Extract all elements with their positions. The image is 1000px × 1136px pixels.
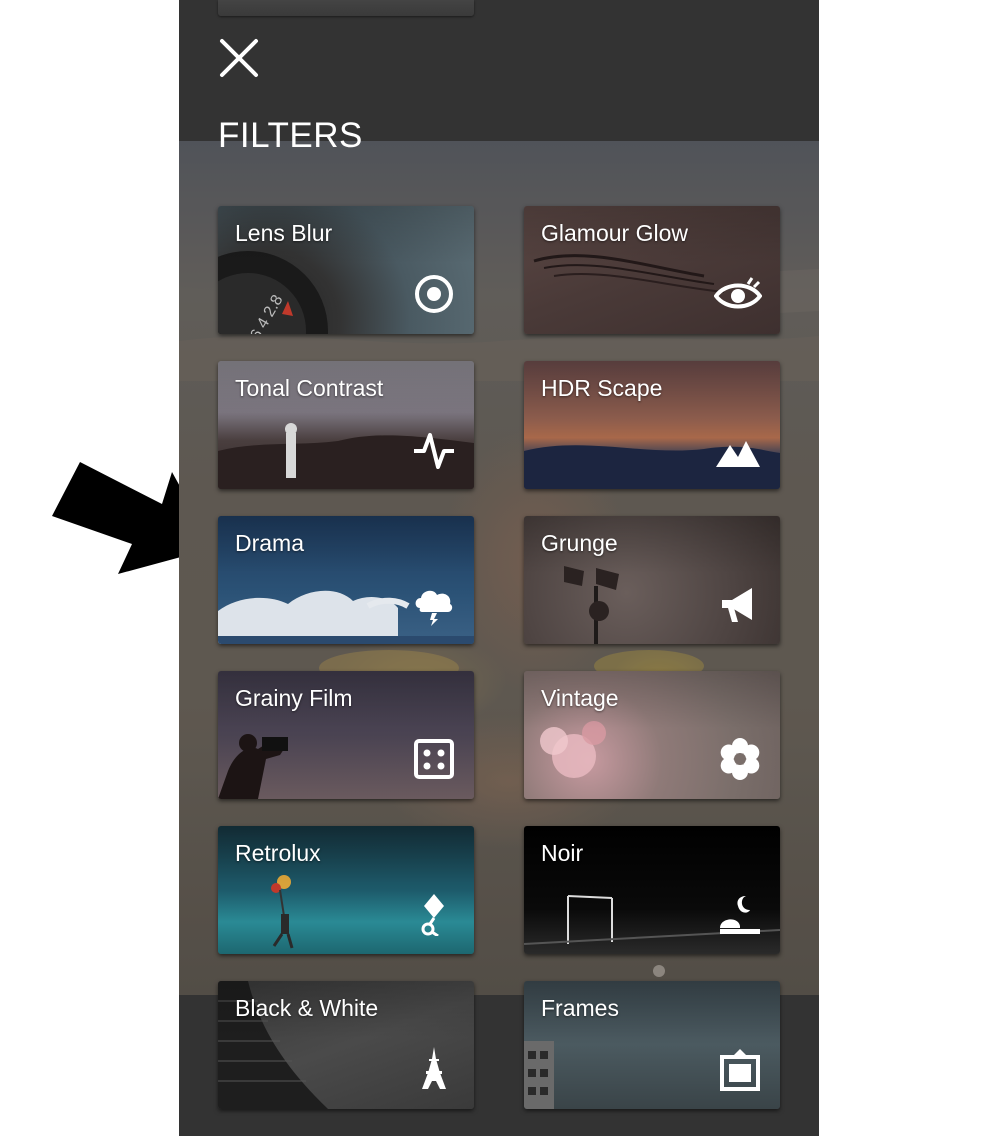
target-circle-icon — [415, 275, 453, 313]
filter-tile-vintage[interactable]: Vintage — [524, 671, 780, 799]
pulse-icon — [414, 433, 454, 469]
filter-label: Tonal Contrast — [235, 375, 384, 401]
filter-label: Retrolux — [235, 840, 321, 866]
filter-tile-retrolux[interactable]: Retrolux — [218, 826, 474, 954]
balloon-icon — [421, 894, 444, 936]
filter-tile-lens-blur[interactable]: 6 4 2.8 Lens Blur — [218, 206, 474, 334]
filter-tile-tonal-contrast[interactable]: Tonal Contrast — [218, 361, 474, 489]
filter-label: Black & White — [235, 995, 379, 1021]
moon-horizon-icon — [720, 896, 760, 934]
filter-tile-hdr-scape[interactable]: HDR Scape — [524, 361, 780, 489]
flower-icon — [720, 738, 760, 780]
megaphone-icon — [722, 588, 752, 622]
filter-label: Glamour Glow — [541, 220, 688, 246]
eiffel-tower-icon — [422, 1047, 446, 1089]
filter-label: HDR Scape — [541, 375, 663, 401]
filter-label: Drama — [235, 530, 305, 556]
top-tile-edge — [218, 0, 474, 16]
filter-tile-black-and-white[interactable]: Black & White — [218, 981, 474, 1109]
filter-tile-glamour-glow[interactable]: Glamour Glow — [524, 206, 780, 334]
mountains-icon — [716, 441, 760, 467]
storm-cloud-icon — [415, 590, 453, 626]
filter-label: Lens Blur — [235, 220, 333, 246]
filter-label: Vintage — [541, 685, 619, 711]
filter-tile-drama[interactable]: Drama — [218, 516, 474, 644]
filter-label: Grunge — [541, 530, 618, 556]
dice-icon — [414, 739, 454, 779]
page-title: FILTERS — [218, 116, 363, 155]
filter-label: Frames — [541, 995, 619, 1021]
filters-panel: FILTERS 6 4 2.8 Lens Blur Glamour — [179, 0, 819, 1136]
filter-label: Grainy Film — [235, 685, 353, 711]
frame-icon — [720, 1049, 760, 1091]
filter-tile-frames[interactable]: Frames — [524, 981, 780, 1109]
filter-tile-grainy-film[interactable]: Grainy Film — [218, 671, 474, 799]
eye-icon — [714, 277, 762, 309]
filter-tile-noir[interactable]: Noir — [524, 826, 780, 954]
filter-tile-grunge[interactable]: Grunge — [524, 516, 780, 644]
close-icon[interactable] — [217, 36, 261, 80]
filter-label: Noir — [541, 840, 584, 866]
